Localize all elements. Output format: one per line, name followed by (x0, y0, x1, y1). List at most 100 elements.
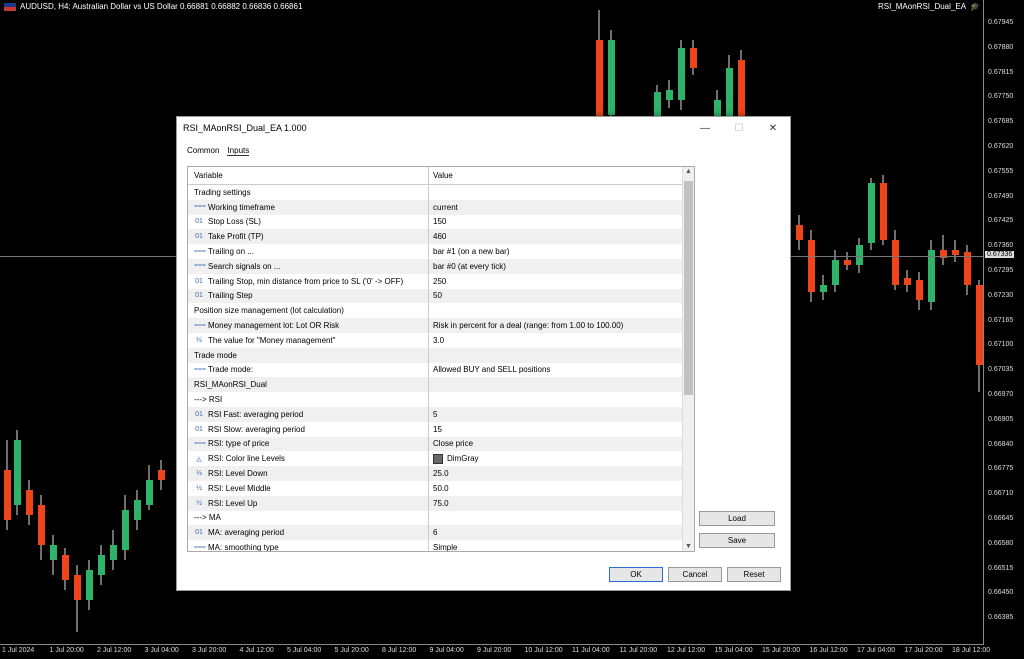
table-row[interactable]: 01 MA: averaging period 6 (188, 525, 682, 541)
dialog-titlebar[interactable]: RSI_MAonRSI_Dual_EA 1.000 — ☐ ✕ (177, 117, 790, 139)
value-text: Allowed BUY and SELL positions (433, 365, 551, 375)
value-cell[interactable]: 150 (429, 215, 682, 230)
value-cell[interactable]: 5 (429, 407, 682, 422)
price-tick-label: 0.66515 (988, 564, 1014, 572)
load-button[interactable]: Load (699, 511, 775, 526)
time-tick-label: 2 Jul 12:00 (97, 647, 132, 654)
table-row[interactable]: ½ The value for "Money management" 3.0 (188, 332, 682, 348)
minimize-button[interactable]: — (688, 123, 722, 134)
value-cell[interactable]: 50.0 (429, 481, 682, 496)
table-row[interactable]: ⩶ MA: smoothing type Simple (188, 540, 682, 551)
value-text: 75.0 (433, 498, 449, 508)
table-row[interactable]: ⩶ Search signals on ... bar #0 (at every t… (188, 258, 682, 274)
value-cell[interactable]: DimGray (429, 451, 682, 466)
table-row[interactable]: ---> RSI (188, 392, 682, 407)
table-row[interactable]: Trading settings (188, 185, 682, 200)
table-row[interactable]: ◬ RSI: Color line Levels DimGray (188, 451, 682, 467)
value-cell[interactable]: 75.0 (429, 496, 682, 511)
time-tick-label: 18 Jul 12:00 (952, 647, 991, 654)
table-row[interactable]: 01 Trailing Step 50 (188, 288, 682, 304)
value-cell[interactable] (429, 511, 682, 526)
variable-cell: ½ The value for "Money management" (188, 332, 429, 348)
variable-cell: ---> MA (188, 510, 429, 526)
candle-body (122, 510, 129, 550)
reset-button[interactable]: Reset (727, 567, 781, 582)
header-value[interactable]: Value (429, 167, 694, 184)
variable-label: Trailing Step (208, 291, 253, 301)
variable-cell: Position size management (lot calculatio… (188, 303, 429, 319)
value-cell[interactable]: current (429, 200, 682, 215)
value-cell[interactable]: 15 (429, 422, 682, 437)
table-row[interactable]: 01 Trailing Stop, min distance from price… (188, 273, 682, 289)
value-cell[interactable]: 460 (429, 229, 682, 244)
value-cell[interactable]: bar #0 (at every tick) (429, 259, 682, 274)
value-cell[interactable]: 6 (429, 525, 682, 540)
tab-common[interactable]: Common (187, 146, 219, 156)
inputs-grid[interactable]: Variable Value Trading settings ⩶ Working … (187, 166, 695, 552)
table-row[interactable]: ½ RSI: Level Up 75.0 (188, 495, 682, 511)
value-cell[interactable]: Simple (429, 540, 682, 551)
value-cell[interactable] (429, 348, 682, 363)
ok-button[interactable]: OK (609, 567, 663, 582)
value-cell[interactable]: 50 (429, 289, 682, 304)
variable-cell: 01 MA: averaging period (188, 525, 429, 541)
table-row[interactable]: ⩶ Working timeframe current (188, 199, 682, 215)
table-row[interactable]: ½ RSI: Level Down 25.0 (188, 466, 682, 481)
table-row[interactable]: 01 RSI Slow: averaging period 15 (188, 421, 682, 437)
table-row[interactable]: ⩶ Trailing on ... bar #1 (on a new bar) (188, 244, 682, 259)
table-row[interactable]: 01 RSI Fast: averaging period 5 (188, 406, 682, 422)
value-cell[interactable] (429, 377, 682, 392)
value-cell[interactable]: Risk in percent for a deal (range: from … (429, 318, 682, 333)
value-cell[interactable]: Close price (429, 437, 682, 452)
value-cell[interactable] (429, 303, 682, 318)
candle-body (134, 500, 141, 520)
variable-label: ---> MA (194, 513, 221, 523)
int-icon: 01 (195, 218, 203, 226)
scroll-down-arrow-icon[interactable]: ▼ (683, 543, 694, 550)
header-variable[interactable]: Variable (188, 167, 429, 184)
value-cell[interactable] (429, 185, 682, 200)
ea-label[interactable]: RSI_MAonRSI_Dual_EA 🎓 (878, 2, 980, 11)
scroll-up-arrow-icon[interactable]: ▲ (683, 168, 694, 175)
table-row[interactable]: ⩶ Money management lot: Lot OR Risk Risk i… (188, 318, 682, 333)
variable-cell: 01 Trailing Step (188, 288, 429, 304)
value-cell[interactable]: Allowed BUY and SELL positions (429, 363, 682, 378)
close-button[interactable]: ✕ (756, 123, 790, 134)
color-swatch (433, 453, 443, 464)
table-row[interactable]: Trade mode (188, 347, 682, 363)
variable-label: RSI Fast: averaging period (208, 409, 304, 419)
save-button[interactable]: Save (699, 533, 775, 548)
table-row[interactable]: ⩶ RSI: type of price Close price (188, 436, 682, 452)
variable-cell: ½ RSI: Level Up (188, 495, 429, 511)
price-tick-label: 0.66385 (988, 614, 1014, 622)
table-row[interactable]: ½ RSI: Level Middle 50.0 (188, 480, 682, 496)
cancel-button[interactable]: Cancel (668, 567, 722, 582)
current-price-label: 0.67336 (985, 251, 1015, 258)
scrollbar-thumb[interactable] (684, 181, 693, 395)
vertical-scrollbar[interactable]: ▲ ▼ (682, 167, 694, 551)
price-tick-label: 0.67815 (988, 68, 1014, 76)
candle-body (4, 470, 11, 520)
time-axis[interactable]: 1 Jul 2024 1 Jul 20:00 2 Jul 12:00 3 Jul 04… (0, 644, 990, 659)
price-tick-label: 0.67360 (988, 242, 1014, 250)
variable-cell: ⩶ RSI: type of price (188, 436, 429, 452)
table-row[interactable]: 01 Take Profit (TP) 460 (188, 229, 682, 245)
variable-label: Trade mode: (208, 365, 254, 375)
table-row[interactable]: Position size management (lot calculatio… (188, 303, 682, 319)
variable-cell: ⩶ Money management lot: Lot OR Risk (188, 318, 429, 333)
time-tick-label: 1 Jul 2024 (2, 647, 35, 654)
value-cell[interactable]: bar #1 (on a new bar) (429, 244, 682, 259)
table-row[interactable]: 01 Stop Loss (SL) 150 (188, 214, 682, 230)
value-cell[interactable]: 25.0 (429, 466, 682, 481)
table-row[interactable]: ⩶ Trade mode: Allowed BUY and SELL positio… (188, 362, 682, 378)
tab-inputs[interactable]: Inputs (227, 146, 250, 156)
value-cell[interactable] (429, 392, 682, 407)
table-row[interactable]: RSI_MAonRSI_Dual (188, 377, 682, 393)
value-text: current (433, 202, 458, 212)
value-cell[interactable]: 3.0 (429, 333, 682, 348)
table-row[interactable]: ---> MA (188, 510, 682, 526)
price-axis[interactable]: 0.67945 0.67880 0.67815 0.67750 0.67685 0.676… (983, 0, 1024, 645)
variable-cell: RSI_MAonRSI_Dual (188, 377, 429, 393)
value-cell[interactable]: 250 (429, 274, 682, 289)
candle-body (892, 240, 899, 285)
